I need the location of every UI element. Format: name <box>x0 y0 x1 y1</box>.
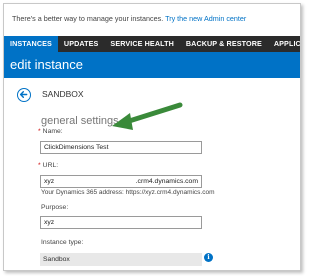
tab-service-health[interactable]: SERVICE HEALTH <box>104 36 179 52</box>
tab-backup-restore[interactable]: BACKUP & RESTORE <box>180 36 268 52</box>
required-marker: * <box>38 128 41 135</box>
required-marker: * <box>38 162 41 169</box>
instance-name: SANDBOX <box>42 89 84 99</box>
tab-updates[interactable]: UPDATES <box>58 36 105 52</box>
window-frame: There's a better way to manage your inst… <box>3 3 301 271</box>
tab-applications[interactable]: APPLICATIONS <box>268 36 300 52</box>
url-value: xyz <box>44 178 55 185</box>
url-label: * URL: <box>38 162 59 169</box>
instance-type-label: Instance type: <box>41 239 84 246</box>
admin-center-link[interactable]: Try the new Admin center <box>165 14 246 23</box>
back-arrow-icon <box>19 91 28 98</box>
green-arrow-icon <box>112 102 183 130</box>
purpose-field[interactable]: xyz <box>40 216 202 229</box>
name-field[interactable]: ClickDimensions Test <box>40 141 202 154</box>
name-label: * Name: <box>38 128 63 135</box>
notice-text: There's a better way to manage your inst… <box>12 14 164 23</box>
tab-instances[interactable]: INSTANCES <box>4 36 58 52</box>
back-button[interactable] <box>17 88 31 102</box>
url-hint: Your Dynamics 365 address: https://xyz.c… <box>41 189 215 196</box>
url-field[interactable]: xyz .crm4.dynamics.com <box>40 175 202 188</box>
page-title: edit instance <box>4 52 300 78</box>
purpose-label: Purpose: <box>41 204 69 211</box>
info-icon[interactable]: i <box>204 253 213 262</box>
instance-type-value: Sandbox <box>40 253 202 266</box>
top-tab-bar: INSTANCES UPDATES SERVICE HEALTH BACKUP … <box>4 36 300 52</box>
admin-center-notice: There's a better way to manage your inst… <box>4 4 300 34</box>
url-suffix: .crm4.dynamics.com <box>135 178 198 185</box>
